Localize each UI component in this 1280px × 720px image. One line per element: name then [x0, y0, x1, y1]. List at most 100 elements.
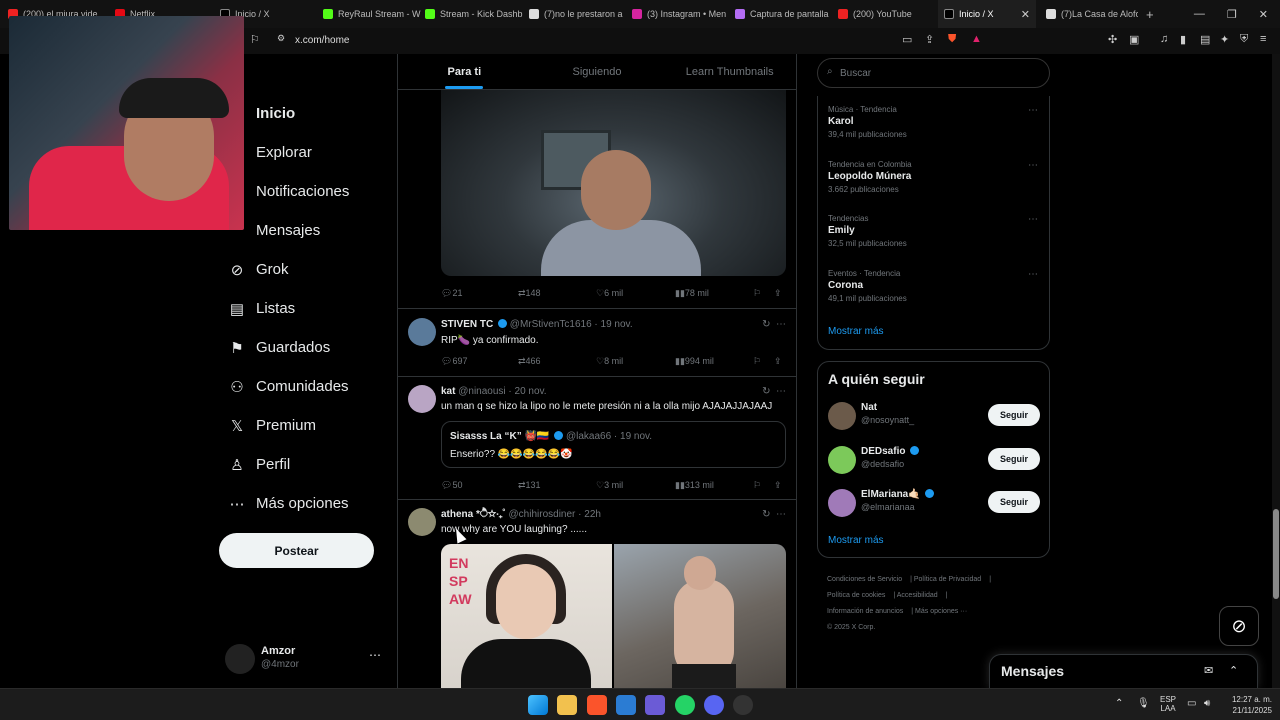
- show-more-link[interactable]: Mostrar más: [828, 326, 884, 337]
- rewards-icon[interactable]: ▲: [971, 33, 982, 45]
- screenshot-icon[interactable]: ▣: [1129, 33, 1139, 46]
- brave-shield-icon[interactable]: ⛊: [948, 33, 956, 46]
- footer-link[interactable]: Política de cookies: [827, 592, 885, 599]
- follow-suggestion[interactable]: DEDsafio @dedsafio Seguir: [828, 444, 1040, 476]
- language-indicator[interactable]: ESP LAA: [1158, 695, 1178, 713]
- more-icon[interactable]: ⋯: [1028, 105, 1038, 116]
- more-icon[interactable]: ⋯: [1028, 214, 1038, 225]
- browser-tab[interactable]: Stream - Kick Dashb: [425, 0, 525, 28]
- nav-item-home[interactable]: Inicio: [218, 94, 398, 133]
- tab-for-you[interactable]: Para ti: [398, 54, 531, 89]
- new-tab-button[interactable]: +: [1146, 0, 1160, 28]
- nav-item-premium[interactable]: 𝕏 Premium: [218, 406, 398, 445]
- quoted-tweet[interactable]: Sisasss La “K” 👹🇨🇴 @lakaa66 · 19 nov. En…: [441, 421, 786, 468]
- nav-item-communities[interactable]: ⚇ Comunidades: [218, 367, 398, 406]
- close-tab-icon[interactable]: ✕: [1021, 8, 1030, 21]
- browser-tab[interactable]: (200) YouTube: [838, 0, 938, 28]
- gamepad-icon[interactable]: [645, 695, 665, 715]
- reply-button[interactable]: 💬︎ 50: [441, 480, 462, 491]
- vpn-icon[interactable]: ⛨: [1240, 33, 1248, 46]
- bookmark-icon[interactable]: ⚐: [753, 288, 761, 299]
- footer-link[interactable]: Condiciones de Servicio: [827, 576, 902, 583]
- store-icon[interactable]: [616, 695, 636, 715]
- whatsapp-icon[interactable]: [675, 695, 695, 715]
- browser-tab[interactable]: ReyRaul Stream - W: [323, 0, 423, 28]
- repost-button[interactable]: ⇄ 131: [518, 480, 541, 491]
- follow-suggestion[interactable]: Nat @nosoynatt_ Seguir: [828, 400, 1040, 432]
- more-icon[interactable]: ⋯: [1028, 160, 1038, 171]
- tab-learn-thumbnails[interactable]: Learn Thumbnails: [663, 54, 796, 89]
- tab-following[interactable]: Siguiendo: [531, 54, 664, 89]
- bookmark-icon[interactable]: ⚐: [250, 33, 260, 46]
- network-icon[interactable]: ▭: [1187, 698, 1196, 709]
- bookmark-icon[interactable]: ⚐: [753, 356, 761, 367]
- trend-item[interactable]: Eventos · Tendencia Corona 49,1 mil publ…: [828, 269, 1038, 303]
- nav-item-profile[interactable]: ♙ Perfil: [218, 445, 398, 484]
- nav-item-explore[interactable]: Explorar: [218, 133, 398, 172]
- share-icon[interactable]: ⇪: [774, 288, 782, 299]
- show-more-link[interactable]: Mostrar más: [828, 535, 884, 546]
- microphone-icon[interactable]: 🎙︎: [1137, 698, 1150, 709]
- nav-item-notifications[interactable]: Notificaciones: [218, 172, 398, 211]
- obs-icon[interactable]: [733, 695, 753, 715]
- search-input[interactable]: ⌕ Buscar: [817, 58, 1050, 88]
- url-field[interactable]: x.com/home: [295, 35, 349, 46]
- post-video[interactable]: [441, 90, 786, 276]
- footer-link[interactable]: Política de Privacidad: [914, 576, 981, 583]
- nav-item-more[interactable]: ⋯ Más opciones: [218, 484, 398, 523]
- clock[interactable]: 12:27 a. m. 21/11/2025: [1222, 694, 1272, 716]
- music-icon[interactable]: ♫: [1160, 33, 1168, 45]
- expand-icon[interactable]: ⌃: [1229, 664, 1238, 677]
- like-button[interactable]: ♡ 8 mil: [596, 356, 623, 367]
- share-icon[interactable]: ⇪: [774, 480, 782, 491]
- volume-icon[interactable]: 🔊︎: [1204, 698, 1210, 709]
- browser-tab[interactable]: (3) Instagram • Men: [632, 0, 732, 28]
- more-icon[interactable]: ⋯: [1028, 269, 1038, 280]
- browser-tab[interactable]: (7)La Casa de Alofo: [1046, 0, 1138, 28]
- share-icon[interactable]: ⇪: [925, 33, 934, 46]
- account-switcher[interactable]: Amzor @4mzor ⋯: [225, 642, 385, 676]
- messages-drawer[interactable]: Mensajes ✉ ⌃: [989, 654, 1258, 688]
- wallet-icon[interactable]: ▤: [1200, 33, 1210, 46]
- scrollbar[interactable]: [1272, 54, 1280, 688]
- post-button[interactable]: Postear: [219, 533, 374, 568]
- trend-item[interactable]: Tendencias Emily 32,5 mil publicaciones …: [828, 214, 1038, 248]
- nav-item-grok[interactable]: ⊘ Grok: [218, 250, 398, 289]
- browser-tab-active[interactable]: Inicio / X ✕: [938, 0, 1036, 28]
- footer-link[interactable]: Información de anuncios: [827, 608, 903, 615]
- site-settings-icon[interactable]: ⚙: [277, 33, 285, 44]
- follow-button[interactable]: Seguir: [988, 448, 1040, 470]
- nav-item-lists[interactable]: ▤ Listas: [218, 289, 398, 328]
- repost-button[interactable]: ⇄ 148: [518, 288, 541, 299]
- extensions-icon[interactable]: ✣: [1108, 33, 1117, 46]
- like-button[interactable]: ♡ 6 mil: [596, 288, 623, 299]
- more-icon[interactable]: ⋯: [369, 648, 381, 662]
- sidebar-icon[interactable]: ▮: [1180, 33, 1186, 46]
- footer-link[interactable]: Más opciones ···: [915, 608, 967, 615]
- close-window-icon[interactable]: ✕: [1259, 8, 1268, 21]
- start-icon[interactable]: [528, 695, 548, 715]
- bookmark-icon[interactable]: ⚐: [753, 480, 761, 491]
- browser-tab[interactable]: Captura de pantalla: [735, 0, 835, 28]
- trend-item[interactable]: Tendencia en Colombia Leopoldo Múnera 3.…: [828, 160, 1038, 194]
- file-explorer-icon[interactable]: [557, 695, 577, 715]
- maximize-icon[interactable]: ❐: [1227, 8, 1237, 21]
- tweet[interactable]: kat @ninaousi · 20 nov. ↻ ⋯ un man q se …: [398, 376, 796, 499]
- post-image[interactable]: EN SP AW: [441, 544, 612, 688]
- menu-icon[interactable]: ≡: [1260, 33, 1266, 45]
- views-button[interactable]: ▮▮ 313 mil: [675, 480, 714, 491]
- like-button[interactable]: ♡ 3 mil: [596, 480, 623, 491]
- nav-item-messages[interactable]: Mensajes: [218, 211, 398, 250]
- brave-icon[interactable]: [587, 695, 607, 715]
- grok-button[interactable]: ⊘: [1219, 606, 1259, 646]
- share-icon[interactable]: ⇪: [774, 356, 782, 367]
- more-icon[interactable]: ↻ ⋯: [762, 509, 786, 520]
- more-icon[interactable]: ↻ ⋯: [762, 386, 786, 397]
- reply-button[interactable]: 💬︎ 697: [441, 356, 467, 367]
- browser-tab[interactable]: (7)no le prestaron a: [529, 0, 629, 28]
- post-image[interactable]: [614, 544, 786, 688]
- cast-icon[interactable]: ▭: [902, 33, 912, 46]
- views-button[interactable]: ▮▮ 78 mil: [675, 288, 709, 299]
- footer-link[interactable]: Accesibilidad: [897, 592, 938, 599]
- follow-button[interactable]: Seguir: [988, 491, 1040, 513]
